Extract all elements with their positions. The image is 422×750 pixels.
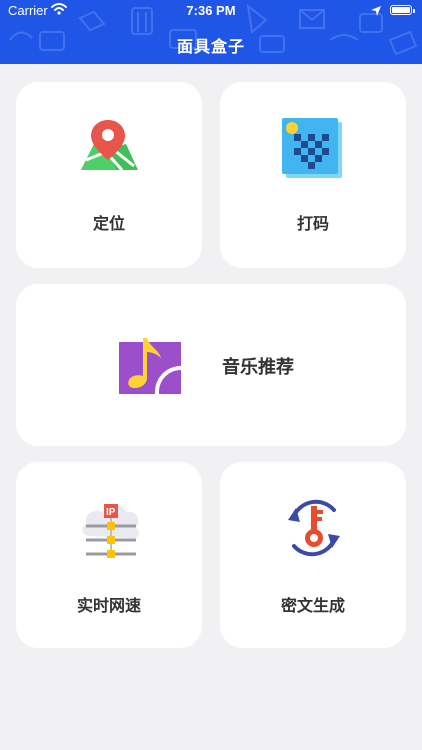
music-tool-label: 音乐推荐 [222, 357, 294, 378]
status-time: 7:36 PM [186, 3, 236, 18]
location-tool-label: 定位 [92, 214, 125, 233]
app-header: Carrier 7:36 PM 面具盒子 [0, 0, 422, 64]
network-speed-tool-label: 实时网速 [76, 596, 141, 615]
ip-cloud-network-icon: IP [82, 504, 139, 558]
music-note-icon [119, 338, 181, 394]
music-tool-card[interactable]: 音乐推荐 [16, 284, 406, 446]
key-refresh-icon [288, 499, 340, 557]
cipher-tool-label: 密文生成 [280, 596, 345, 615]
mosaic-image-icon [282, 118, 342, 178]
location-arrow-icon [371, 6, 381, 16]
cipher-tool-card[interactable]: 密文生成 [220, 462, 406, 648]
status-bar: Carrier 7:36 PM [0, 0, 422, 22]
page-title: 面具盒子 [176, 37, 245, 56]
network-speed-tool-card[interactable]: IP 实时网速 [16, 462, 202, 648]
location-tool-card[interactable]: 定位 [16, 82, 202, 268]
mosaic-tool-label: 打码 [296, 214, 329, 233]
battery-cap [413, 9, 415, 13]
battery-icon [390, 5, 412, 15]
svg-text:IP: IP [106, 507, 116, 518]
mosaic-tool-card[interactable]: 打码 [220, 82, 406, 268]
map-pin-icon [81, 120, 138, 171]
